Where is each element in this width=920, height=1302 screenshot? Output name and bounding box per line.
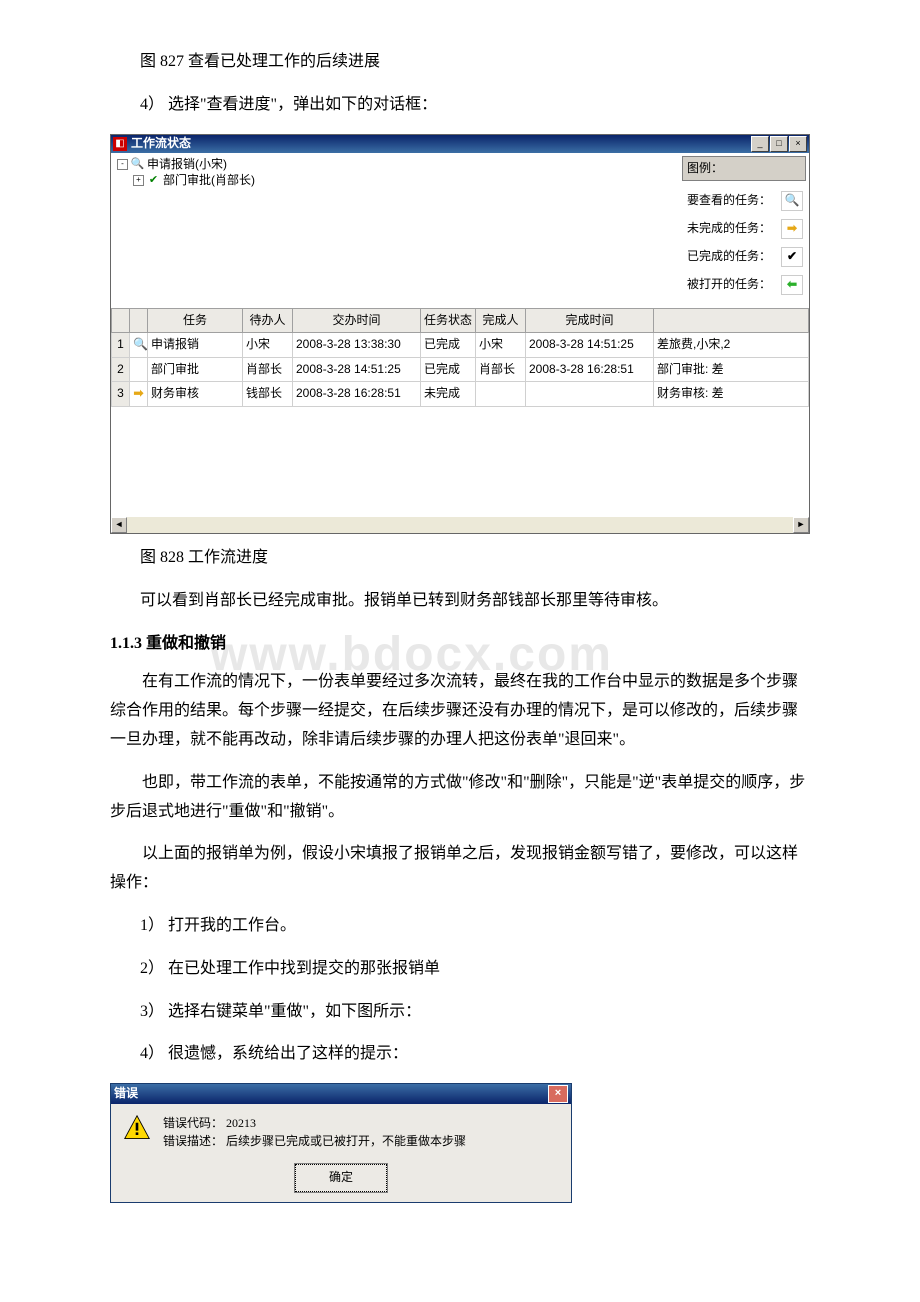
error-titlebar[interactable]: 错误 × xyxy=(111,1084,571,1104)
heading-1-1-3: 1.1.3 重做和撤销 xyxy=(110,630,810,659)
figure-827-caption: 图 827 查看已处理工作的后续进展 xyxy=(140,48,810,77)
paragraph-2: 也即，带工作流的表单，不能按通常的方式做"修改"和"删除"，只能是"逆"表单提交… xyxy=(110,769,810,827)
error-code-label: 错误代码： xyxy=(163,1116,223,1130)
cell-task: 财务审核 xyxy=(148,382,243,407)
cell-assignee: 肖部长 xyxy=(243,357,293,382)
cell-doneby xyxy=(476,382,526,407)
window-title: 工作流状态 xyxy=(131,133,751,155)
cell-status: 已完成 xyxy=(421,357,476,382)
col-done-time[interactable]: 完成时间 xyxy=(526,308,654,333)
row-number: 3 xyxy=(112,382,130,407)
horizontal-scrollbar[interactable]: ◄ ► xyxy=(111,517,809,533)
warning-icon xyxy=(123,1114,151,1142)
col-rownum xyxy=(112,308,130,333)
error-close-button[interactable]: × xyxy=(548,1085,568,1103)
legend-title: 图例： xyxy=(682,156,806,182)
col-icon xyxy=(130,308,148,333)
cell-assign-time: 2008-3-28 13:38:30 xyxy=(293,333,421,358)
after-828-text: 可以看到肖部长已经完成审批。报销单已转到财务部钱部长那里等待审核。 xyxy=(140,587,810,616)
error-code: 20213 xyxy=(226,1116,256,1130)
legend-label: 被打开的任务： xyxy=(687,274,771,296)
table-header-row: 任务 待办人 交办时间 任务状态 完成人 完成时间 xyxy=(112,308,809,333)
legend-item-pending: 未完成的任务： ➡ xyxy=(679,215,809,243)
check-icon: ✔ xyxy=(147,174,160,187)
close-button[interactable]: × xyxy=(789,136,807,152)
scroll-left-button[interactable]: ◄ xyxy=(111,517,127,533)
cell-assignee: 小宋 xyxy=(243,333,293,358)
step-4-text: 4） 选择"查看进度"，弹出如下的对话框： xyxy=(140,91,810,120)
tree-child[interactable]: + ✔ 部门审批(肖部长) xyxy=(117,173,673,189)
figure-828-caption: 图 828 工作流进度 xyxy=(140,544,810,573)
table-row[interactable]: 1🔍申请报销小宋2008-3-28 13:38:30已完成小宋2008-3-28… xyxy=(112,333,809,358)
cell-status: 已完成 xyxy=(421,333,476,358)
col-doneby[interactable]: 完成人 xyxy=(476,308,526,333)
cell-done-time: 2008-3-28 14:51:25 xyxy=(526,333,654,358)
workflow-status-window: ◧ 工作流状态 _ □ × - 🔍 申请报销(小宋) + ✔ 部门审批(肖部长)… xyxy=(110,134,810,534)
row-number: 1 xyxy=(112,333,130,358)
app-icon: ◧ xyxy=(113,137,127,151)
legend-label: 已完成的任务： xyxy=(687,246,771,268)
paragraph-1: 在有工作流的情况下，一份表单要经过多次流转，最终在我的工作台中显示的数据是多个步… xyxy=(110,668,810,754)
cell-done-time xyxy=(526,382,654,407)
col-assign-time[interactable]: 交办时间 xyxy=(293,308,421,333)
col-status[interactable]: 任务状态 xyxy=(421,308,476,333)
step-2: 2） 在已处理工作中找到提交的那张报销单 xyxy=(140,955,810,984)
cell-assign-time: 2008-3-28 14:51:25 xyxy=(293,357,421,382)
cell-doneby: 肖部长 xyxy=(476,357,526,382)
minimize-button[interactable]: _ xyxy=(751,136,769,152)
tree-expand-icon[interactable]: + xyxy=(133,175,144,186)
row-number: 2 xyxy=(112,357,130,382)
cell-extra: 部门审批: 差 xyxy=(654,357,809,382)
scroll-right-button[interactable]: ► xyxy=(793,517,809,533)
cell-doneby: 小宋 xyxy=(476,333,526,358)
magnifier-icon: 🔍 xyxy=(785,190,800,212)
cell-task: 申请报销 xyxy=(148,333,243,358)
scroll-track[interactable] xyxy=(127,517,793,533)
step-4b: 4） 很遗憾，系统给出了这样的提示： xyxy=(140,1040,810,1069)
legend-item-done: 已完成的任务： ✔ xyxy=(679,243,809,271)
tree-child-label: 部门审批(肖部长) xyxy=(163,170,255,192)
error-title: 错误 xyxy=(114,1083,548,1105)
step-3: 3） 选择右键菜单"重做"，如下图所示： xyxy=(140,998,810,1027)
error-dialog: 错误 × 错误代码： 20213 错误描述： 后续步骤已完成或已被打开，不能重做… xyxy=(110,1083,572,1203)
workflow-tree[interactable]: - 🔍 申请报销(小宋) + ✔ 部门审批(肖部长) xyxy=(111,153,679,308)
row-status-icon: 🔍 xyxy=(130,333,148,358)
cell-assign-time: 2008-3-28 16:28:51 xyxy=(293,382,421,407)
row-status-icon xyxy=(130,357,148,382)
cell-extra: 财务审核: 差 xyxy=(654,382,809,407)
arrow-right-icon: ➡ xyxy=(787,218,797,240)
step-1: 1） 打开我的工作台。 xyxy=(140,912,810,941)
col-task[interactable]: 任务 xyxy=(148,308,243,333)
legend-label: 要查看的任务： xyxy=(687,190,771,212)
error-desc: 后续步骤已完成或已被打开，不能重做本步骤 xyxy=(226,1134,466,1148)
error-desc-label: 错误描述： xyxy=(163,1134,223,1148)
grid-blank-area xyxy=(111,407,809,517)
legend-panel: 图例： 要查看的任务： 🔍 未完成的任务： ➡ 已完成的任务： ✔ 被打开的任务… xyxy=(679,153,809,308)
paragraph-3: 以上面的报销单为例，假设小宋填报了报销单之后，发现报销金额写错了，要修改，可以这… xyxy=(110,840,810,898)
arrow-left-icon: ⬅ xyxy=(787,274,797,296)
cell-extra: 差旅费,小宋,2 xyxy=(654,333,809,358)
col-assignee[interactable]: 待办人 xyxy=(243,308,293,333)
cell-assignee: 钱部长 xyxy=(243,382,293,407)
cell-status: 未完成 xyxy=(421,382,476,407)
cell-done-time: 2008-3-28 16:28:51 xyxy=(526,357,654,382)
row-status-icon: ➡ xyxy=(130,382,148,407)
legend-label: 未完成的任务： xyxy=(687,218,771,240)
table-row[interactable]: 2部门审批肖部长2008-3-28 14:51:25已完成肖部长2008-3-2… xyxy=(112,357,809,382)
legend-item-opened: 被打开的任务： ⬅ xyxy=(679,271,809,299)
ok-button[interactable]: 确定 xyxy=(295,1164,387,1192)
cell-task: 部门审批 xyxy=(148,357,243,382)
error-message: 错误代码： 20213 错误描述： 后续步骤已完成或已被打开，不能重做本步骤 xyxy=(163,1114,466,1150)
maximize-button[interactable]: □ xyxy=(770,136,788,152)
legend-item-view: 要查看的任务： 🔍 xyxy=(679,187,809,215)
check-icon: ✔ xyxy=(787,246,797,268)
table-row[interactable]: 3➡财务审核钱部长2008-3-28 16:28:51未完成 财务审核: 差 xyxy=(112,382,809,407)
magnifier-icon: 🔍 xyxy=(131,158,144,171)
col-extra xyxy=(654,308,809,333)
tree-collapse-icon[interactable]: - xyxy=(117,159,128,170)
task-table: 任务 待办人 交办时间 任务状态 完成人 完成时间 1🔍申请报销小宋2008-3… xyxy=(111,308,809,533)
window-titlebar[interactable]: ◧ 工作流状态 _ □ × xyxy=(111,135,809,153)
